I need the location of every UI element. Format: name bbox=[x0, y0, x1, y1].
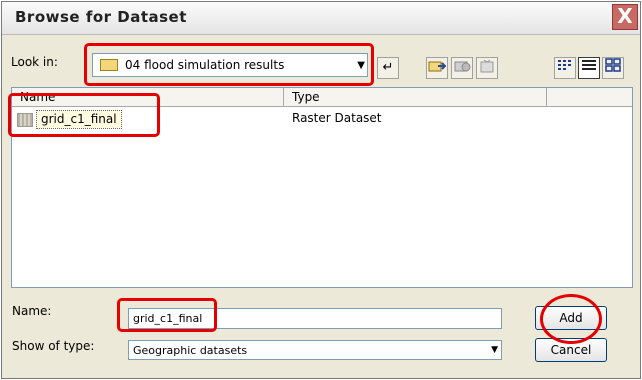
name-label: Name: bbox=[12, 304, 52, 318]
dialog-title: Browse for Dataset bbox=[15, 8, 187, 26]
disconnect-folder-glyph bbox=[454, 61, 471, 72]
details-view-glyph bbox=[582, 60, 596, 70]
disconnect-folder-icon[interactable] bbox=[451, 57, 473, 79]
new-item-icon[interactable] bbox=[476, 57, 498, 79]
thumbnails-view-icon[interactable] bbox=[602, 57, 624, 79]
list-view-glyph bbox=[558, 60, 571, 70]
column-header-empty bbox=[547, 88, 632, 107]
column-header-type[interactable]: Type bbox=[284, 88, 547, 107]
list-item-name[interactable]: grid_c1_final bbox=[36, 110, 122, 129]
title-bar: Browse for Dataset X bbox=[2, 2, 640, 35]
file-list[interactable]: Name Type grid_c1_final Raster Dataset bbox=[11, 87, 633, 288]
up-one-level-icon[interactable]: ↵ bbox=[377, 57, 399, 79]
add-button[interactable]: Add bbox=[535, 306, 607, 330]
cancel-button[interactable]: Cancel bbox=[535, 338, 607, 362]
connect-folder-glyph bbox=[428, 61, 447, 72]
look-in-combo[interactable]: 04 flood simulation results ▼ bbox=[92, 53, 368, 77]
chevron-down-icon[interactable]: ▼ bbox=[491, 341, 498, 360]
name-field[interactable]: grid_c1_final bbox=[128, 308, 502, 329]
browse-dialog: Browse for Dataset X Look in: 04 flood s… bbox=[1, 1, 641, 379]
show-of-type-label: Show of type: bbox=[12, 339, 95, 353]
column-header-name[interactable]: Name bbox=[12, 88, 284, 107]
raster-dataset-icon bbox=[17, 113, 33, 127]
chevron-down-icon[interactable]: ▼ bbox=[357, 60, 365, 71]
new-item-glyph bbox=[480, 59, 494, 73]
show-of-type-value: Geographic datasets bbox=[133, 344, 248, 357]
look-in-value: 04 flood simulation results bbox=[125, 58, 285, 72]
list-view-icon[interactable] bbox=[554, 57, 576, 79]
folder-icon bbox=[100, 59, 118, 71]
list-item-type: Raster Dataset bbox=[292, 111, 382, 125]
close-button[interactable]: X bbox=[612, 4, 638, 30]
connect-folder-icon[interactable] bbox=[426, 57, 448, 79]
details-view-icon[interactable] bbox=[578, 57, 600, 79]
look-in-label: Look in: bbox=[11, 55, 58, 69]
show-of-type-select[interactable]: Geographic datasets ▼ bbox=[128, 340, 502, 360]
thumbnails-view-glyph bbox=[605, 58, 621, 72]
